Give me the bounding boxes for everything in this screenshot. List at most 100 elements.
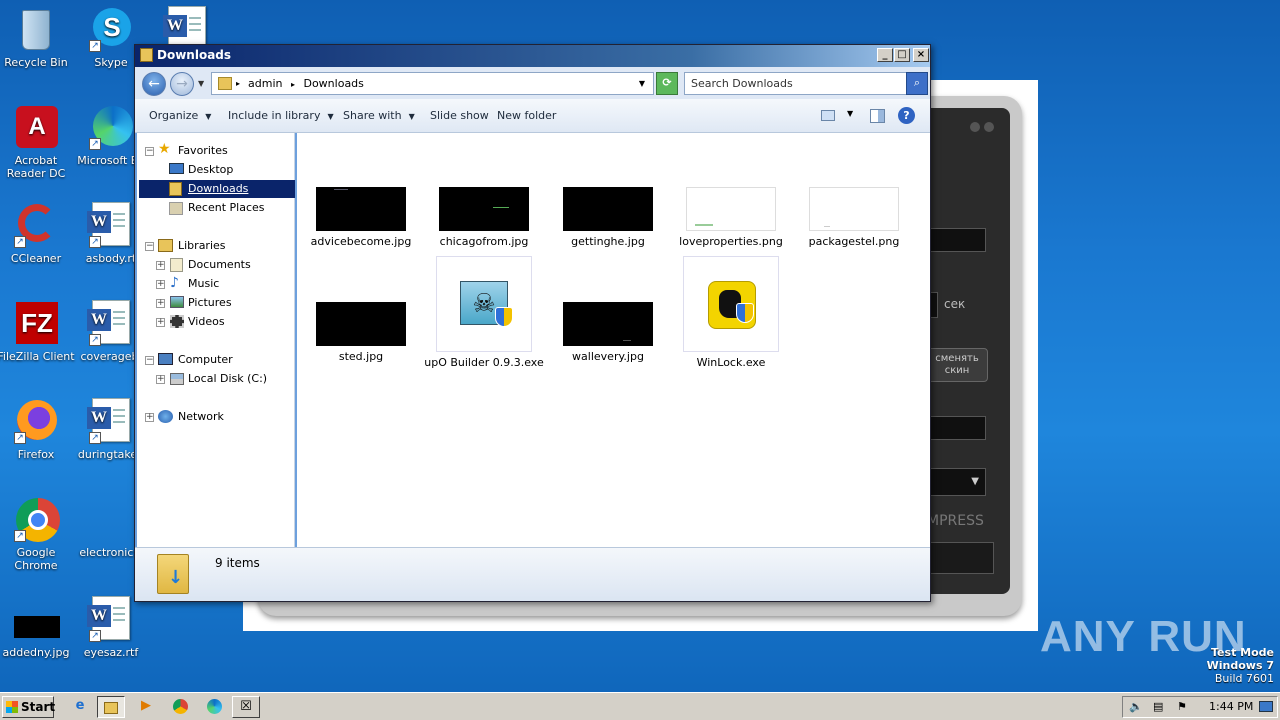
chrome-taskbar-icon[interactable] <box>166 696 194 718</box>
desktop-icon-label: Acrobat Reader DC <box>6 154 66 180</box>
file-item[interactable]: packagestel.png <box>794 187 914 248</box>
show-desktop-icon[interactable] <box>1259 701 1273 712</box>
share-with-label: Share with <box>343 109 402 122</box>
nav-favorites[interactable]: Favorites <box>178 142 228 160</box>
chevron-down-icon: ▼ <box>408 112 415 121</box>
background-app-field-3[interactable] <box>922 416 986 440</box>
collapse-toggle[interactable]: − <box>145 147 154 156</box>
explorer-window[interactable]: Downloads _ □ × ← → ▼ ▸ admin ▸ Download… <box>134 44 931 602</box>
background-app-bar <box>922 542 994 574</box>
desktop-icon-eyesaz[interactable]: ↗ eyesaz.rtf <box>72 596 150 659</box>
background-app-dropdown[interactable]: ▼ <box>922 468 986 496</box>
desktop-icon-filezilla[interactable]: FZ FileZilla Client <box>0 300 75 363</box>
action-center-flag-icon[interactable]: ⚑ <box>1177 697 1187 717</box>
organize-button[interactable]: Organize ▼ <box>149 109 211 122</box>
music-icon: ♪ <box>170 275 179 291</box>
file-item[interactable]: ☠ upO Builder 0.9.3.exe <box>424 256 544 369</box>
change-view-icon[interactable] <box>821 110 835 121</box>
drive-icon <box>170 373 184 385</box>
file-item[interactable]: gettinghe.jpg <box>548 187 668 248</box>
refresh-button[interactable]: ⟳ <box>656 72 678 95</box>
taskbar: Start e ▶ ☒ 🔈 ▤ ⚑ 1:44 PM <box>0 692 1280 720</box>
address-bar-area: ← → ▼ ▸ admin ▸ Downloads ▼ ⟳ Search Dow… <box>135 67 930 99</box>
background-app-field-1[interactable] <box>922 228 986 252</box>
edge-taskbar-icon[interactable] <box>200 696 228 718</box>
desktop-icon-acrobat[interactable]: A Acrobat Reader DC <box>0 104 75 180</box>
computer-icon <box>158 353 173 365</box>
search-icon[interactable]: ⌕ <box>906 72 928 95</box>
file-item[interactable]: chicagofrom.jpg <box>424 187 544 248</box>
chevron-right-icon[interactable]: ▸ <box>291 80 295 89</box>
close-button[interactable]: × <box>913 48 929 62</box>
nav-music[interactable]: Music <box>188 275 219 293</box>
minimize-button[interactable]: _ <box>877 48 893 62</box>
image-thumbnail <box>439 187 529 231</box>
background-app-unit-label: сек <box>944 297 966 311</box>
nav-desktop[interactable]: Desktop <box>188 161 233 179</box>
nav-downloads[interactable]: Downloads <box>188 180 248 198</box>
share-with-button[interactable]: Share with ▼ <box>343 109 415 122</box>
network-tray-icon[interactable]: ▤ <box>1153 697 1163 717</box>
nav-videos[interactable]: Videos <box>188 313 225 331</box>
desktop-icon-chrome[interactable]: ↗ Google Chrome <box>0 496 75 572</box>
recent-pages-dropdown[interactable]: ▼ <box>198 79 204 88</box>
file-item[interactable]: advicebecome.jpg <box>301 187 421 248</box>
word-doc-icon: ↗ <box>87 202 135 250</box>
volume-icon[interactable]: 🔈 <box>1129 697 1143 717</box>
address-dropdown-icon[interactable]: ▼ <box>639 73 645 94</box>
collapse-toggle[interactable]: − <box>145 356 154 365</box>
title-bar[interactable]: Downloads _ □ × <box>135 45 930 67</box>
chevron-down-icon: ▼ <box>205 112 212 121</box>
media-player-icon[interactable]: ▶ <box>132 696 160 718</box>
expand-toggle[interactable]: + <box>145 413 154 422</box>
nav-computer[interactable]: Computer <box>178 351 233 369</box>
nav-pictures[interactable]: Pictures <box>188 294 232 312</box>
new-folder-button[interactable]: New folder <box>497 109 556 122</box>
start-button[interactable]: Start <box>2 696 55 718</box>
back-button[interactable]: ← <box>142 72 166 96</box>
nav-libraries[interactable]: Libraries <box>178 237 226 255</box>
breadcrumb-segment[interactable]: admin <box>248 77 282 90</box>
expand-toggle[interactable]: + <box>156 280 165 289</box>
help-icon[interactable]: ? <box>898 107 915 124</box>
file-name: upO Builder 0.9.3.exe <box>424 356 544 369</box>
desktop-icon-addedny[interactable]: addedny.jpg <box>0 596 75 659</box>
nav-recent-places[interactable]: Recent Places <box>188 199 265 217</box>
include-in-library-button[interactable]: Include in library ▼ <box>228 109 334 122</box>
collapse-toggle[interactable]: − <box>145 242 154 251</box>
view-options-dropdown[interactable]: ▼ <box>847 109 853 118</box>
file-item[interactable]: WinLock.exe <box>671 256 791 369</box>
desktop-icon-recycle-bin[interactable]: Recycle Bin <box>0 6 75 69</box>
libraries-icon <box>158 239 173 252</box>
nav-documents[interactable]: Documents <box>188 256 251 274</box>
file-item[interactable]: loveproperties.png <box>671 187 791 248</box>
folder-icon <box>140 48 153 62</box>
nav-local-disk[interactable]: Local Disk (C:) <box>188 370 267 388</box>
desktop-icon-firefox[interactable]: ↗ Firefox <box>0 398 75 461</box>
file-item[interactable]: sted.jpg <box>301 302 421 363</box>
file-item[interactable]: wallevery.jpg <box>548 302 668 363</box>
slide-show-button[interactable]: Slide show <box>430 109 489 122</box>
forward-button[interactable]: → <box>170 72 194 96</box>
breadcrumb-segment[interactable]: Downloads <box>303 77 363 90</box>
breadcrumb[interactable]: ▸ admin ▸ Downloads ▼ <box>211 72 654 95</box>
preview-pane-icon[interactable] <box>870 109 885 123</box>
ie-icon[interactable]: e <box>66 696 94 718</box>
include-in-library-label: Include in library <box>228 109 321 122</box>
desktop-icon-ccleaner[interactable]: ↗ CCleaner <box>0 202 75 265</box>
expand-toggle[interactable]: + <box>156 375 165 384</box>
desktop-icon-label: Skype <box>94 56 128 69</box>
explorer-taskbar-button[interactable] <box>97 696 125 718</box>
upo-builder-taskbar-button[interactable]: ☒ <box>232 696 260 718</box>
expand-toggle[interactable]: + <box>156 299 165 308</box>
search-input[interactable]: Search Downloads <box>684 72 907 95</box>
nav-network[interactable]: Network <box>178 408 224 426</box>
chevron-right-icon[interactable]: ▸ <box>236 73 240 94</box>
expand-toggle[interactable]: + <box>156 318 165 327</box>
expand-toggle[interactable]: + <box>156 261 165 270</box>
file-name: loveproperties.png <box>679 235 783 248</box>
maximize-button[interactable]: □ <box>894 48 910 62</box>
file-name: advicebecome.jpg <box>310 235 412 248</box>
background-app-skin-button[interactable]: сменять скин <box>926 348 988 382</box>
clock[interactable]: 1:44 PM <box>1209 697 1253 717</box>
